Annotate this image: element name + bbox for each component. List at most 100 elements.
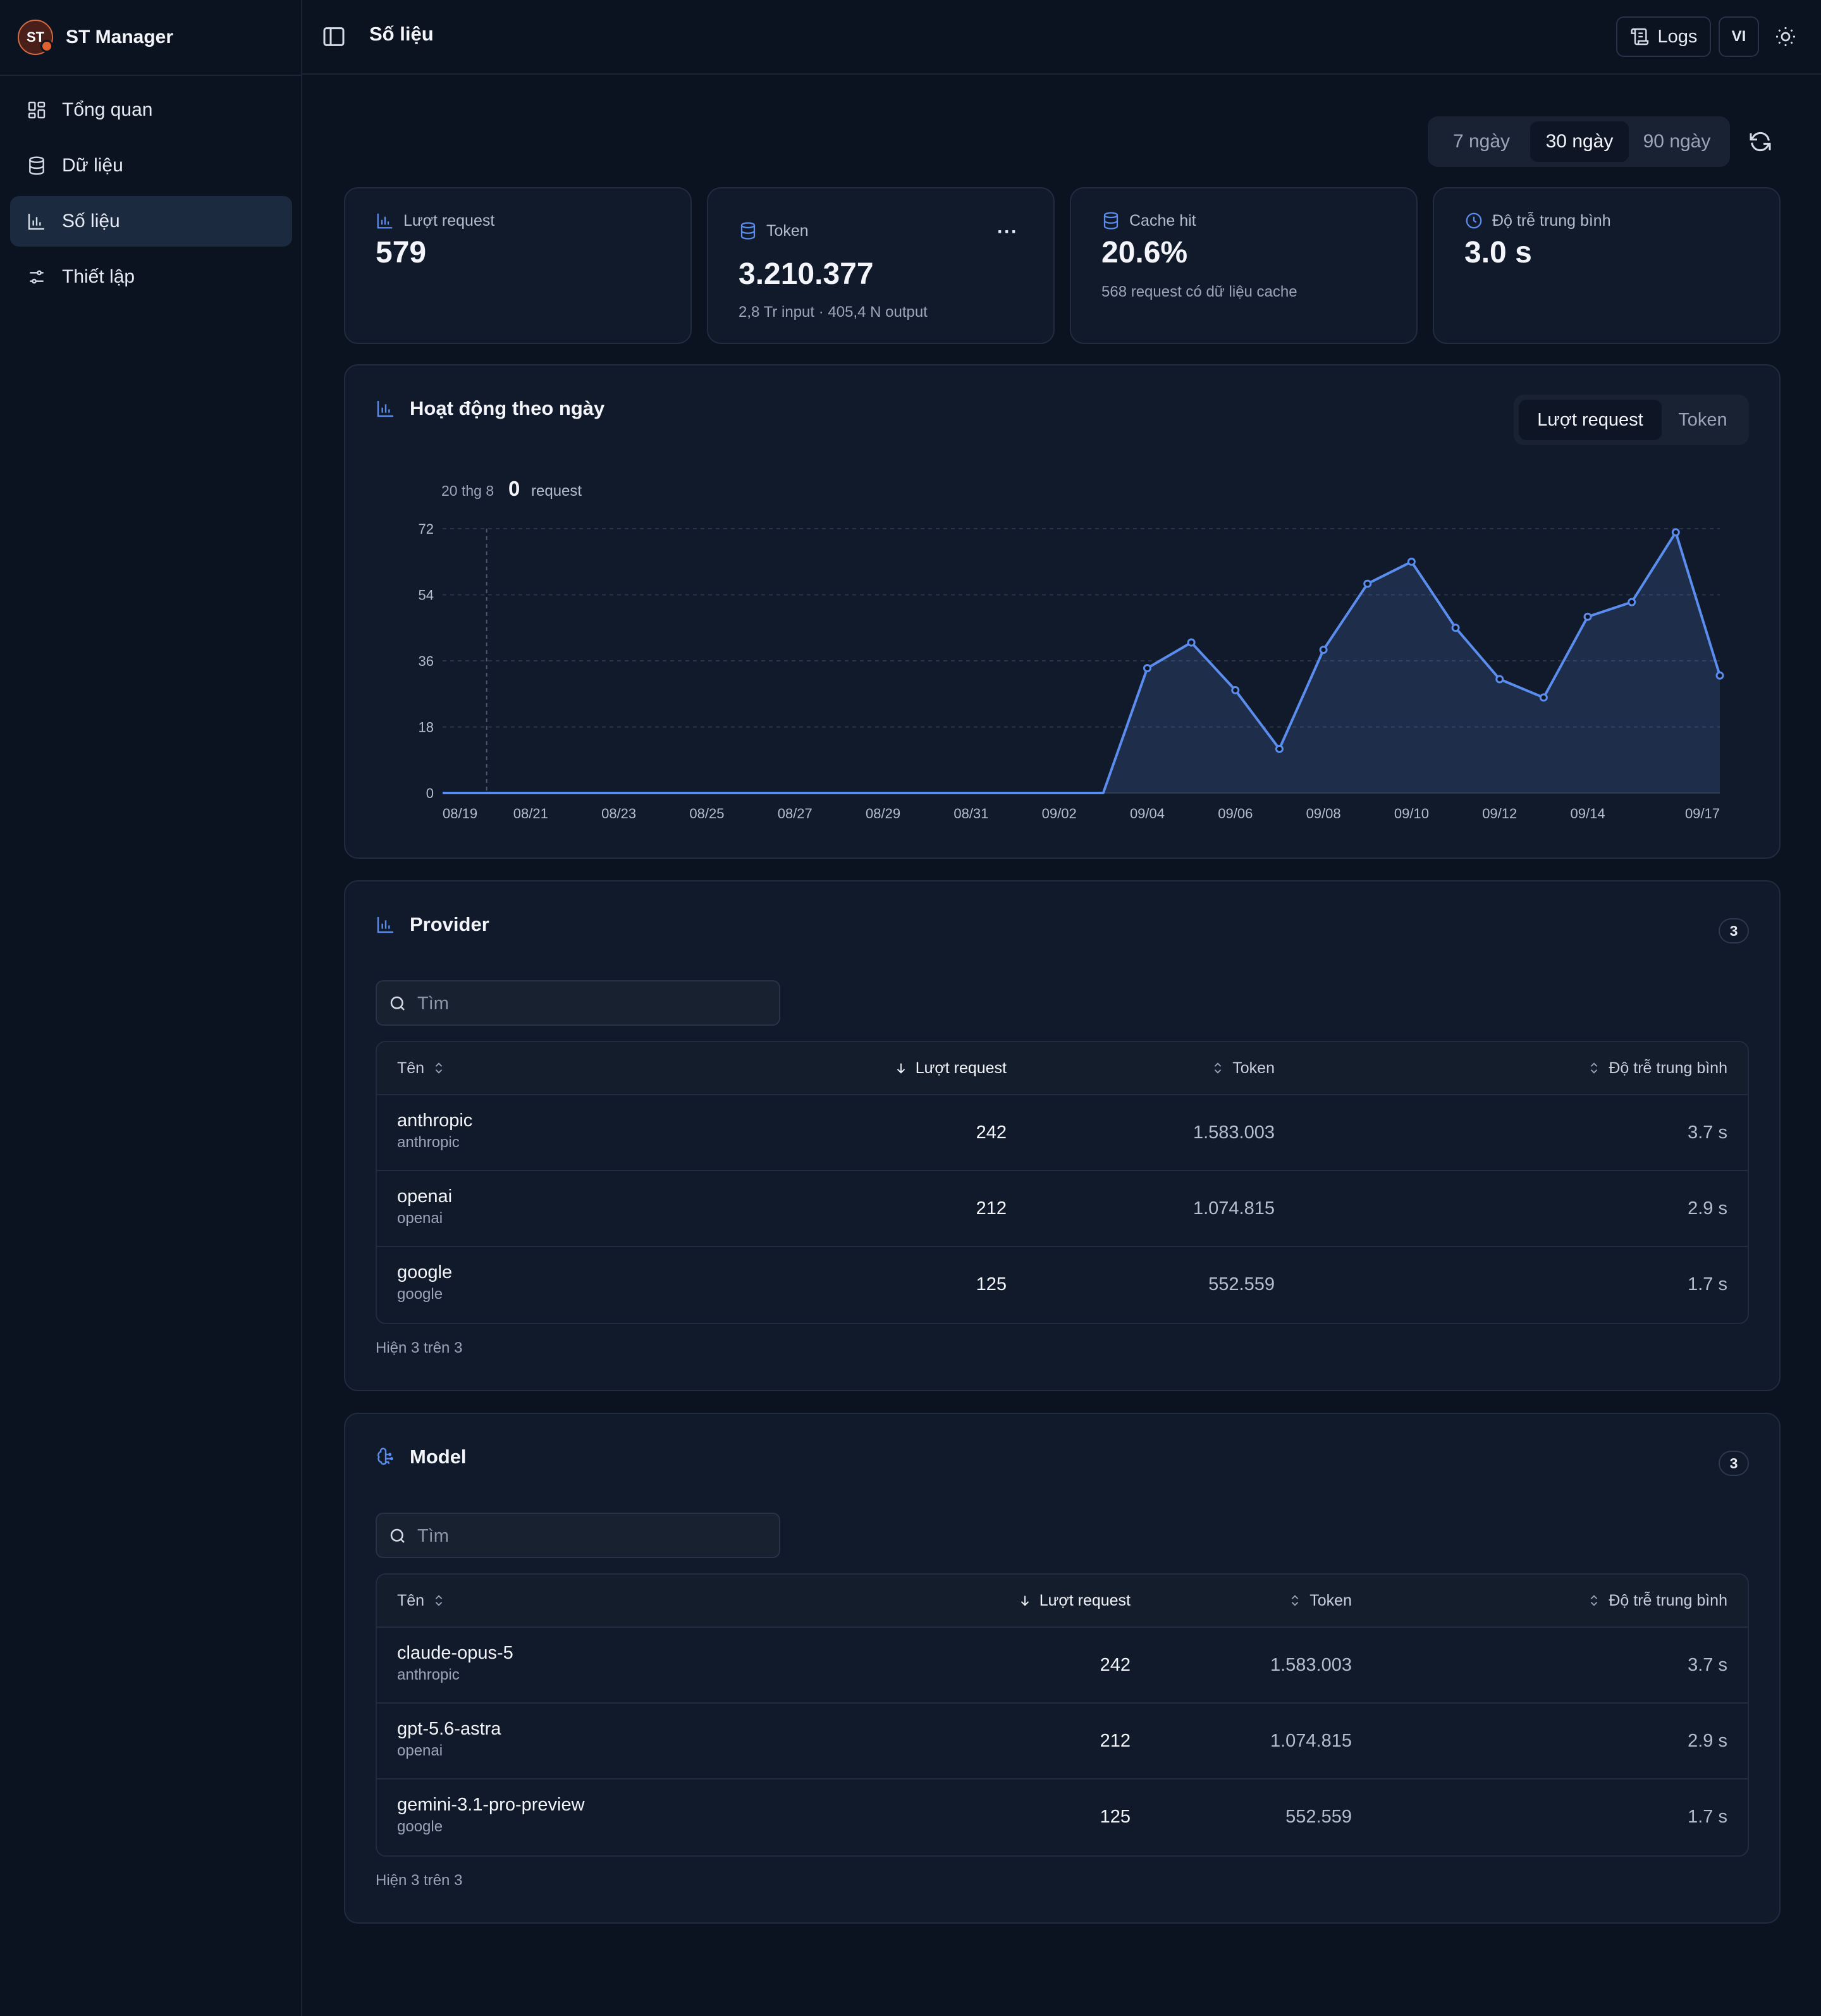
provider-search-field[interactable] [376, 980, 780, 1026]
data-point [1583, 612, 1592, 621]
more-options-button[interactable]: ··· [997, 221, 1018, 243]
column-header-requests[interactable]: Lượt request [878, 1575, 1131, 1626]
sidebar-item-metrics[interactable]: Số liệu [10, 196, 292, 247]
sidebar-item-data[interactable]: Dữ liệu [10, 140, 292, 191]
y-tick-label: 36 [419, 653, 434, 669]
sidebar-item-label: Số liệu [62, 211, 120, 231]
row-name: gpt-5.6-astra [397, 1719, 501, 1739]
latency-cell: 1.7 s [1688, 1274, 1727, 1294]
model-search-input[interactable] [416, 1521, 773, 1551]
column-label: Lượt request [1039, 1591, 1131, 1609]
x-tick-label: 08/21 [513, 806, 548, 821]
refresh-icon[interactable] [1748, 129, 1773, 154]
database-icon [29, 156, 44, 175]
table-row[interactable]: openai openai 212 1.074.815 2.9 s [377, 1171, 1748, 1247]
table-row[interactable]: google google 125 552.559 1.7 s [377, 1247, 1748, 1323]
table-row[interactable]: anthropic anthropic 242 1.583.003 3.7 s [377, 1095, 1748, 1171]
sidebar-item-settings[interactable]: Thiết lập [10, 252, 292, 302]
name-cell: gemini-3.1-pro-preview google [397, 1795, 585, 1836]
data-point [1275, 744, 1284, 753]
stat-value: 3.210.377 [739, 257, 874, 291]
latency-cell: 3.7 s [1688, 1654, 1727, 1675]
stat-card-tokens: Token ··· 3.210.377 2,8 Tr input · 405,4… [707, 187, 1055, 344]
table-row[interactable]: claude-opus-5 anthropic 242 1.583.003 3.… [377, 1628, 1748, 1704]
data-point [1495, 675, 1504, 684]
stat-label-text: Cache hit [1129, 211, 1196, 230]
model-search-field[interactable] [376, 1513, 780, 1558]
stat-subtext: 2,8 Tr input · 405,4 N output [739, 304, 928, 321]
model-card: Model 3 Tên Lượt request Token Độ trễ tr… [344, 1413, 1781, 1924]
column-header-latency[interactable]: Độ trễ trung bình [1475, 1042, 1727, 1094]
provider-card: Provider 3 Tên Lượt request Token Độ trễ… [344, 880, 1781, 1391]
database-icon [740, 222, 756, 240]
row-name: anthropic [397, 1110, 473, 1131]
sidebar-item-overview[interactable]: Tổng quan [10, 85, 292, 135]
range-30-days[interactable]: 30 ngày [1530, 121, 1629, 162]
settings-sliders-icon [30, 270, 44, 284]
column-label: Tên [397, 1591, 425, 1609]
stat-label: Lượt request [376, 211, 494, 230]
sidebar-toggle-icon[interactable] [321, 24, 346, 49]
requests-cell: 212 [1100, 1730, 1131, 1751]
series-area [443, 532, 1720, 793]
activity-card: Hoạt động theo ngày Lượt request Token 2… [344, 364, 1781, 859]
row-name: gemini-3.1-pro-preview [397, 1795, 585, 1815]
column-header-token[interactable]: Token [1162, 1575, 1352, 1626]
column-label: Độ trễ trung bình [1609, 1591, 1727, 1609]
latency-cell: 1.7 s [1688, 1806, 1727, 1827]
language-button[interactable]: VI [1719, 16, 1759, 57]
table-footer: Hiện 3 trên 3 [376, 1339, 463, 1356]
data-point [1319, 646, 1328, 655]
sidebar-item-label: Dữ liệu [62, 155, 123, 176]
name-cell: openai openai [397, 1186, 452, 1227]
column-label: Lượt request [915, 1059, 1007, 1077]
data-point [1143, 664, 1151, 673]
stat-subtext: 568 request có dữ liệu cache [1101, 283, 1297, 300]
search-icon [390, 996, 405, 1011]
activity-chart[interactable]: 20 thg 8 0 request 0 18 36 54 72 08/19 08/21 0… [345, 366, 1779, 857]
tooltip-date: 20 thg 8 [441, 482, 494, 499]
x-tick-label: 08/23 [601, 806, 636, 821]
data-point [1539, 693, 1548, 702]
table-row[interactable]: gpt-5.6-astra openai 212 1.074.815 2.9 s [377, 1704, 1748, 1779]
y-tick-label: 18 [419, 720, 434, 735]
range-90-days[interactable]: 90 ngày [1629, 121, 1725, 162]
column-header-token[interactable]: Token [1085, 1042, 1275, 1094]
table-row[interactable]: gemini-3.1-pro-preview google 125 552.55… [377, 1779, 1748, 1855]
provider-table: Tên Lượt request Token Độ trễ trung bình… [376, 1041, 1749, 1324]
divider [0, 75, 301, 76]
stat-value: 20.6% [1101, 236, 1188, 269]
data-point [1187, 638, 1196, 647]
column-header-latency[interactable]: Độ trễ trung bình [1475, 1575, 1727, 1626]
column-label: Tên [397, 1059, 425, 1077]
x-tick-label: 08/29 [866, 806, 900, 821]
column-header-name[interactable]: Tên [397, 1575, 446, 1626]
name-cell: google google [397, 1262, 452, 1303]
count-badge: 3 [1719, 918, 1749, 943]
app-root: { "app": { "logo_text": "ST", "name": "S… [0, 0, 1821, 2016]
latency-cell: 2.9 s [1688, 1730, 1727, 1751]
row-name: claude-opus-5 [397, 1643, 513, 1663]
brand[interactable]: ST ST Manager [18, 19, 173, 56]
time-range-selector: 7 ngày 30 ngày 90 ngày [1428, 116, 1730, 167]
stat-label: Cache hit [1101, 211, 1196, 230]
sun-icon[interactable] [1774, 25, 1797, 48]
tooltip-unit: request [531, 482, 582, 500]
row-name: openai [397, 1186, 453, 1207]
app-name: ST Manager [66, 27, 174, 47]
stat-card-latency: Độ trễ trung bình 3.0 s [1433, 187, 1781, 344]
logs-button[interactable]: Logs [1616, 16, 1711, 57]
status-dot [40, 40, 53, 52]
column-header-name[interactable]: Tên [397, 1042, 446, 1094]
table-footer: Hiện 3 trên 3 [376, 1872, 463, 1889]
stat-value: 3.0 s [1464, 236, 1532, 269]
column-header-requests[interactable]: Lượt request [754, 1042, 1007, 1094]
data-point [1231, 685, 1240, 694]
provider-search-input[interactable] [416, 989, 773, 1018]
sidebar-nav: Tổng quan Dữ liệu Số liệu Thiết lập [10, 85, 292, 307]
range-7-days[interactable]: 7 ngày [1433, 121, 1530, 162]
x-tick-label: 08/19 [443, 806, 477, 821]
stat-card-cache: Cache hit 20.6% 568 request có dữ liệu c… [1070, 187, 1418, 344]
search-icon [390, 1528, 405, 1543]
requests-cell: 125 [1100, 1806, 1131, 1827]
